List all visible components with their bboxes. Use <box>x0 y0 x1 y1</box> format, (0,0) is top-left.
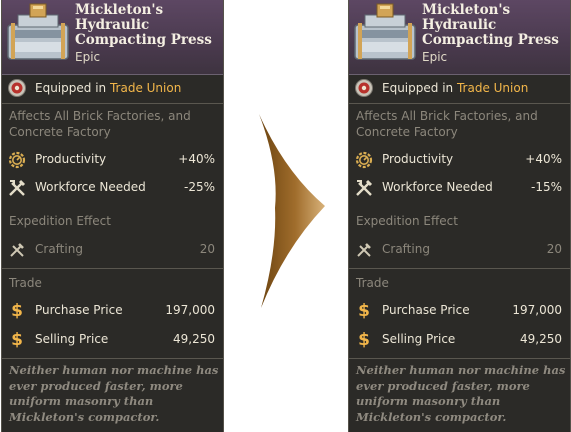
purchase-value: 197,000 <box>165 303 215 317</box>
purchase-price-row: $ Purchase Price 197,000 <box>2 299 223 323</box>
stat-row-productivity: Productivity +40% <box>349 148 570 172</box>
crossed-tools-icon <box>356 179 373 196</box>
crafting-tools-icon <box>357 243 371 257</box>
affects-text: Affects All Brick Factories, and Concret… <box>9 109 191 139</box>
expedition-header: Expedition Effect <box>9 214 111 228</box>
trade-union-badge-icon <box>8 79 26 97</box>
affects-text: Affects All Brick Factories, and Concret… <box>356 109 538 139</box>
stat-row-workforce: Workforce Needed -15% <box>349 176 570 200</box>
purchase-label: Purchase Price <box>382 303 470 317</box>
equipped-prefix: Equipped in <box>382 81 454 95</box>
purchase-value: 197,000 <box>512 303 562 317</box>
divider <box>2 103 223 104</box>
stat-label: Productivity <box>382 152 454 166</box>
selling-value: 49,250 <box>173 332 215 346</box>
purchase-price-row: $ Purchase Price 197,000 <box>349 299 570 323</box>
divider <box>349 268 570 269</box>
trade-header: Trade <box>356 276 389 290</box>
expedition-value: 20 <box>199 242 215 256</box>
stat-value: +40% <box>178 152 215 166</box>
stat-label: Workforce Needed <box>382 180 493 194</box>
selling-price-row: $ Selling Price 49,250 <box>2 328 223 352</box>
hydraulic-press-icon <box>7 3 69 60</box>
divider <box>349 358 570 359</box>
equipped-prefix: Equipped in <box>35 81 107 95</box>
item-tooltip-before: Mickleton's Hydraulic Compacting Press E… <box>1 0 224 432</box>
expedition-label: Crafting <box>35 242 83 256</box>
crossed-tools-icon <box>9 179 26 196</box>
stat-row-workforce: Workforce Needed -25% <box>2 176 223 200</box>
flavor-text: Neither human nor machine has ever produ… <box>356 363 566 424</box>
purchase-label: Purchase Price <box>35 303 123 317</box>
rarity-label: Epic <box>75 50 101 64</box>
arrow-right-icon <box>259 114 325 308</box>
expedition-label: Crafting <box>382 242 430 256</box>
stat-value: +40% <box>525 152 562 166</box>
gear-icon <box>8 151 26 169</box>
divider <box>2 358 223 359</box>
expedition-header: Expedition Effect <box>356 214 458 228</box>
stat-value: -15% <box>530 180 562 194</box>
divider <box>349 103 570 104</box>
selling-value: 49,250 <box>520 332 562 346</box>
dollar-icon: $ <box>358 330 370 350</box>
trade-union-badge-icon <box>355 79 373 97</box>
stat-label: Workforce Needed <box>35 180 146 194</box>
selling-label: Selling Price <box>35 332 109 346</box>
stat-row-productivity: Productivity +40% <box>2 148 223 172</box>
gear-icon <box>355 151 373 169</box>
tooltip-header: Mickleton's Hydraulic Compacting Press E… <box>349 0 570 75</box>
expedition-value: 20 <box>546 242 562 256</box>
dollar-icon: $ <box>11 301 23 321</box>
dollar-icon: $ <box>11 330 23 350</box>
selling-label: Selling Price <box>382 332 456 346</box>
flavor-text: Neither human nor machine has ever produ… <box>9 363 219 424</box>
expedition-row-crafting: Crafting 20 <box>2 238 223 262</box>
tooltip-header: Mickleton's Hydraulic Compacting Press E… <box>2 0 223 75</box>
equipped-row: Equipped in Trade Union <box>349 76 570 102</box>
item-tooltip-after: Mickleton's Hydraulic Compacting Press E… <box>348 0 571 432</box>
equipped-place: Trade Union <box>456 81 529 95</box>
trade-header: Trade <box>9 276 42 290</box>
stat-label: Productivity <box>35 152 107 166</box>
equipped-place: Trade Union <box>109 81 182 95</box>
item-title: Mickleton's Hydraulic Compacting Press <box>75 2 212 48</box>
equipped-row: Equipped in Trade Union <box>2 76 223 102</box>
hydraulic-press-icon <box>354 3 416 60</box>
divider <box>2 268 223 269</box>
dollar-icon: $ <box>358 301 370 321</box>
crafting-tools-icon <box>10 243 24 257</box>
selling-price-row: $ Selling Price 49,250 <box>349 328 570 352</box>
item-title: Mickleton's Hydraulic Compacting Press <box>422 2 559 48</box>
expedition-row-crafting: Crafting 20 <box>349 238 570 262</box>
stat-value: -25% <box>183 180 215 194</box>
rarity-label: Epic <box>422 50 448 64</box>
